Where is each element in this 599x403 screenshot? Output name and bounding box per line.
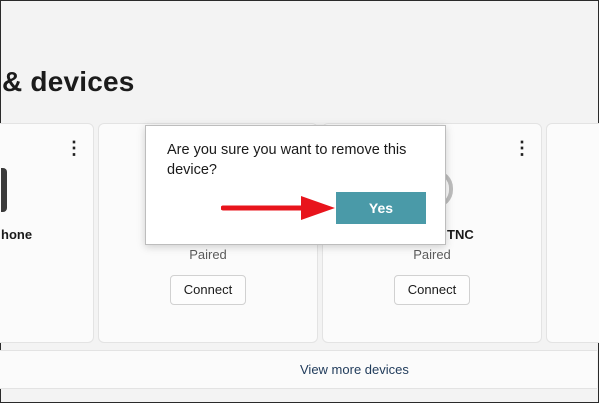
connect-button[interactable]: Connect <box>170 275 246 305</box>
more-options-icon[interactable]: ⋮ <box>65 138 83 158</box>
more-options-icon[interactable]: ⋮ <box>513 138 531 158</box>
device-name: hone <box>1 227 33 242</box>
device-card[interactable]: ⋮ hone <box>0 123 94 343</box>
device-status: Paired <box>189 247 227 262</box>
connect-button[interactable]: Connect <box>394 275 470 305</box>
remove-device-dialog: Are you sure you want to remove this dev… <box>145 125 446 245</box>
phone-image <box>1 168 7 212</box>
view-more-devices-link[interactable]: View more devices <box>300 362 409 377</box>
view-more-bar[interactable]: View more devices <box>0 350 597 389</box>
device-status: Paired <box>413 247 451 262</box>
page-title: & devices <box>2 66 135 97</box>
device-name: TNC <box>447 227 474 242</box>
yes-button[interactable]: Yes <box>336 192 426 224</box>
device-card[interactable] <box>546 123 599 343</box>
arrow-right-icon <box>221 196 335 220</box>
dialog-message: Are you sure you want to remove this dev… <box>167 142 407 178</box>
